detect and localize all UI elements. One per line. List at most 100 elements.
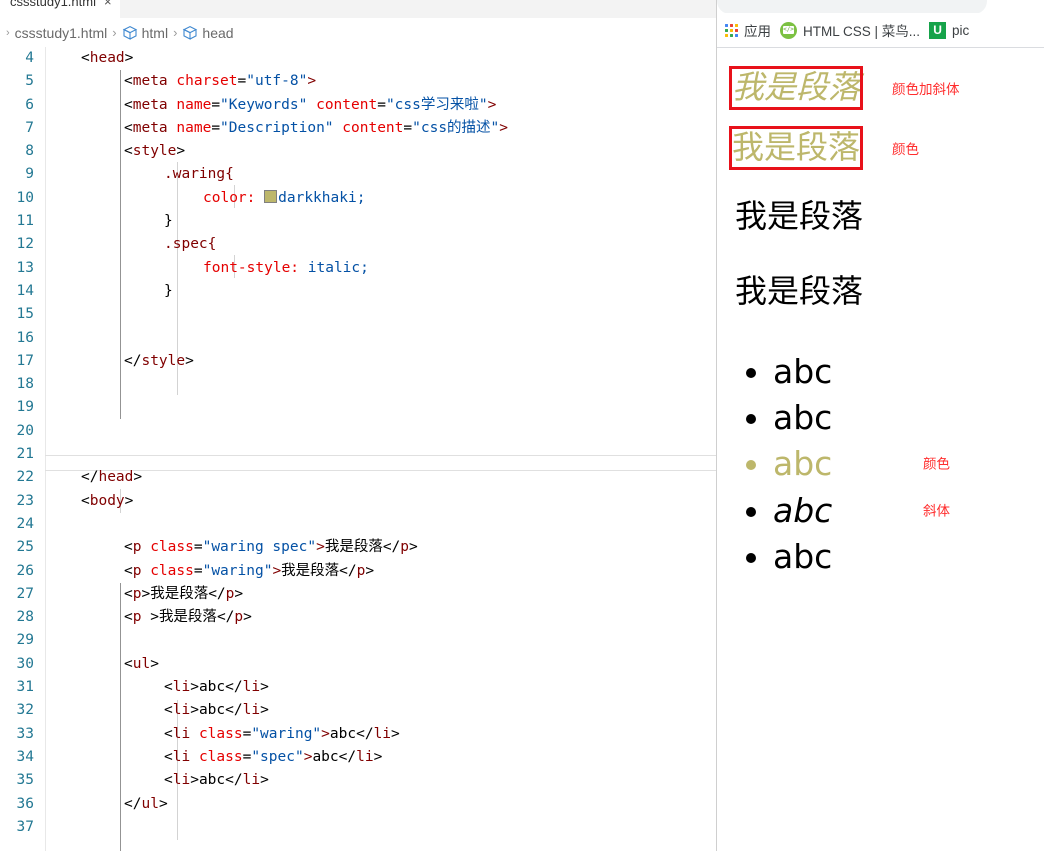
color-swatch-darkkhaki[interactable]: [264, 189, 278, 203]
code-line-35: <li>abc</li>: [164, 772, 269, 789]
code-row: 9 .waring{: [0, 163, 716, 186]
line-number: 15: [16, 306, 34, 323]
code-row: 34 <li class="spec">abc</li>: [0, 746, 716, 769]
list-item-text: abc: [773, 444, 833, 484]
code-row: 17 </style>: [0, 350, 716, 373]
list-item-text: abc: [773, 352, 833, 391]
code-line-12: .spec{: [164, 236, 217, 253]
list-item: abc: [773, 395, 1044, 441]
breadcrumb-separator-icon-2: ›: [173, 25, 178, 40]
annotation-2: 颜色: [892, 141, 920, 158]
code-row: 23 <body>: [0, 490, 716, 513]
code-line-33: <li class="waring">abc</li>: [164, 725, 400, 742]
annotation-3: 颜色: [923, 456, 950, 473]
code-row: 4 <head>: [0, 47, 716, 70]
line-number: 9: [25, 166, 34, 183]
code-row: 15: [0, 303, 716, 326]
code-line-25: <p class="waring spec">我是段落</p>: [124, 539, 418, 556]
bookmark-apps[interactable]: 应用: [725, 20, 771, 40]
line-number: 23: [16, 492, 34, 509]
line-number: 31: [16, 679, 34, 696]
u-favicon-icon: U: [929, 21, 947, 39]
bookmark-html-css-runoob[interactable]: </> HTML CSS | 菜鸟...: [780, 20, 920, 40]
bookmark-pic[interactable]: U pic: [929, 21, 970, 39]
code-line-10: color: darkkhaki;: [203, 189, 366, 206]
line-number: 12: [16, 236, 34, 253]
chevron-right-icon: ›: [6, 26, 10, 39]
line-number: 24: [16, 515, 34, 532]
rendered-paragraph-row-3: 我是段落: [717, 197, 1044, 236]
line-number: 36: [16, 795, 34, 812]
omnibox-strip: [717, 0, 1044, 14]
code-line-9: .waring{: [164, 166, 234, 183]
code-line-11: }: [164, 213, 173, 230]
code-row: 20: [0, 420, 716, 443]
breadcrumb-item-head[interactable]: head: [179, 25, 236, 41]
code-row: 21: [0, 443, 716, 466]
line-number: 33: [16, 725, 34, 742]
line-number: 21: [16, 446, 34, 463]
line-number: 8: [25, 143, 34, 160]
breadcrumb-label-head: head: [202, 24, 234, 41]
symbol-box-icon: [122, 25, 138, 41]
code-row: 8 <style>: [0, 140, 716, 163]
code-row: 31 <li>abc</li>: [0, 676, 716, 699]
code-line-22: </head>: [81, 469, 143, 486]
tab-strip-empty-area: [139, 0, 716, 18]
line-number: 35: [16, 772, 34, 789]
rendered-paragraph-row-4: 我是段落: [717, 272, 1044, 311]
code-text-area[interactable]: 4 <head> 5 <meta charset="utf-8"> 6 <met…: [0, 47, 716, 851]
code-row: 26 <p class="waring">我是段落</p>: [0, 560, 716, 583]
bookmarks-bar: 应用 </> HTML CSS | 菜鸟... U pic: [717, 13, 1044, 48]
breadcrumb-item-html[interactable]: html: [119, 25, 171, 41]
code-line-17: </style>: [124, 352, 194, 369]
symbol-box-icon-2: [182, 25, 198, 41]
code-line-6: <meta name="Keywords" content="css学习来啦">: [124, 96, 497, 113]
line-number: 18: [16, 376, 34, 393]
close-icon[interactable]: ×: [104, 0, 112, 8]
list-item: abc: [773, 349, 1044, 395]
line-number: 13: [16, 259, 34, 276]
code-row: 28 <p >我是段落</p>: [0, 606, 716, 629]
code-line-14: }: [164, 282, 173, 299]
line-number: 17: [16, 352, 34, 369]
tag-head: head: [89, 50, 125, 66]
code-row: 24: [0, 513, 716, 536]
line-number: 34: [16, 748, 34, 765]
line-number: 26: [16, 562, 34, 579]
code-line-34: <li class="spec">abc</li>: [164, 748, 383, 765]
line-number: 4: [25, 50, 34, 66]
rendered-list: abc abc abc 颜色 abc 斜体 abc: [717, 349, 1044, 580]
code-row: 30 <ul>: [0, 653, 716, 676]
app-root: cssstudy1.html × › cssstudy1.html › html: [0, 0, 1044, 851]
breadcrumb-separator-icon: ›: [112, 25, 117, 40]
code-row: 10 color: darkkhaki;: [0, 187, 716, 210]
annotation-4: 斜体: [923, 503, 950, 520]
list-item-text: abc: [773, 536, 833, 576]
annotation-1: 颜色加斜体: [892, 81, 960, 98]
list-item: abc 斜体: [773, 488, 1044, 534]
line-number: 27: [16, 585, 34, 602]
breadcrumb-file-label: cssstudy1.html: [14, 24, 108, 41]
list-item-text: abc: [773, 398, 833, 438]
code-row: 37: [0, 816, 716, 839]
code-line-7: <meta name="Description" content="css的描述…: [124, 119, 509, 136]
editor-tab-label: cssstudy1.html: [10, 0, 96, 9]
line-number: 5: [25, 73, 34, 90]
editor-tab-cssstudy1[interactable]: cssstudy1.html ×: [0, 0, 121, 18]
bookmark-pic-label: pic: [952, 22, 970, 38]
breadcrumb-file[interactable]: cssstudy1.html: [12, 25, 111, 41]
code-line-27: <p>我是段落</p>: [124, 585, 244, 602]
code-line-28: <p >我是段落</p>: [124, 609, 252, 626]
list-item-text: abc: [773, 490, 833, 530]
code-row: 22 </head>: [0, 466, 716, 489]
code-row: 33 <li class="waring">abc</li>: [0, 723, 716, 746]
code-row: 18: [0, 373, 716, 396]
line-number: 7: [25, 119, 34, 136]
list-item: abc 颜色: [773, 441, 1044, 487]
browser-window-pane: 应用 </> HTML CSS | 菜鸟... U pic 我是段落 颜色加斜体…: [716, 0, 1044, 851]
address-bar[interactable]: [717, 0, 987, 14]
runoob-favicon-icon: </>: [780, 21, 797, 39]
line-number: 20: [16, 422, 34, 439]
code-line-4: <head>: [81, 50, 134, 66]
